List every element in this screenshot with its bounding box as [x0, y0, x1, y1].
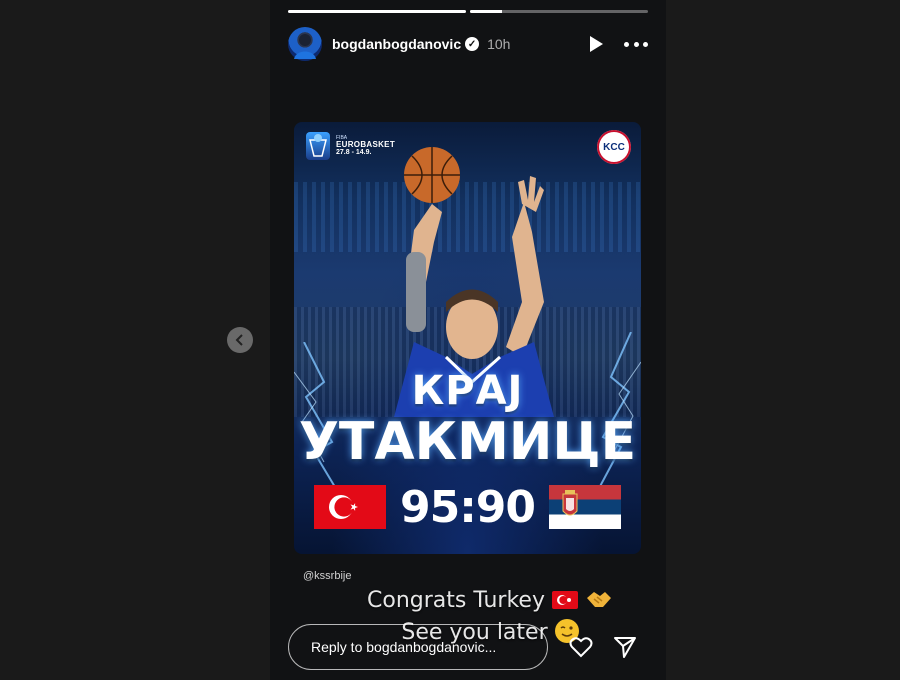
reply-input[interactable]: Reply to bogdanbogdanovic... [288, 624, 548, 670]
more-options-icon[interactable] [624, 34, 648, 54]
story-header: bogdanbogdanovic ✓ 10h [288, 26, 648, 62]
score-row: 95:90 [294, 481, 641, 533]
header-actions [586, 34, 648, 54]
avatar-image [294, 34, 316, 59]
progress-segment [288, 10, 466, 13]
story-mention[interactable]: @kssrbije [303, 570, 351, 582]
story-progress [288, 10, 648, 13]
handshake-emoji-icon [586, 592, 611, 607]
final-score: 95:90 [399, 481, 536, 533]
reply-bar: Reply to bogdanbogdanovic... [288, 623, 648, 671]
caption-line-1: Congrats Turkey [367, 588, 545, 613]
play-icon[interactable] [586, 34, 606, 54]
turkey-flag-icon [313, 485, 386, 529]
headline-line-1: КРАЈ [411, 368, 524, 414]
serbia-flag-icon [549, 485, 622, 529]
previous-story-button[interactable] [227, 327, 253, 353]
chevron-left-icon [235, 334, 243, 346]
reply-placeholder: Reply to bogdanbogdanovic... [311, 639, 497, 655]
eurobasket-logo: FIBA EUROBASKET 27.8 - 14.9. [306, 132, 395, 160]
heart-icon[interactable] [568, 634, 594, 660]
eurobasket-icon [306, 132, 330, 160]
story-post-image[interactable]: FIBA EUROBASKET 27.8 - 14.9. KCC КРАЈ УТ… [294, 122, 641, 554]
progress-segment [470, 10, 648, 13]
headline-line-2: УТАКМИЦЕ [298, 412, 637, 472]
avatar[interactable] [288, 27, 322, 61]
verified-badge-icon: ✓ [465, 37, 480, 51]
send-icon[interactable] [612, 634, 638, 660]
story-username[interactable]: bogdanbogdanovic [332, 36, 461, 52]
story-time: 10h [487, 36, 511, 52]
turkey-flag-emoji-icon [551, 591, 578, 609]
kss-logo: KCC [597, 130, 631, 164]
